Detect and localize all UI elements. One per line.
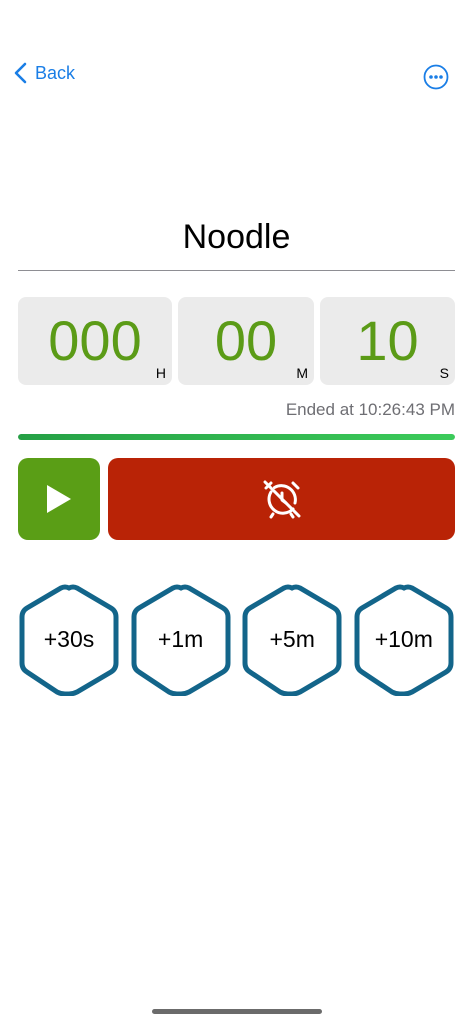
add-plus-30s-button[interactable]: +30s xyxy=(18,584,120,696)
timer-screen: Back Noodle 000 H 00 M 10 S Ended at 10:… xyxy=(0,0,473,1024)
quick-add-label: +10m xyxy=(374,626,433,652)
alarm-off-icon xyxy=(263,480,300,519)
home-indicator xyxy=(152,1009,322,1014)
quick-add-label: +5m xyxy=(269,626,315,652)
back-label: Back xyxy=(35,62,76,83)
quick-add-label: +30s xyxy=(43,626,95,652)
progress-fill xyxy=(18,434,455,440)
back-button[interactable]: Back xyxy=(14,62,75,84)
minutes-unit: M xyxy=(296,365,308,381)
more-button[interactable] xyxy=(423,64,449,90)
seconds-unit: S xyxy=(439,365,449,381)
minutes-value: 00 xyxy=(214,309,278,372)
play-button[interactable] xyxy=(18,458,100,540)
timer-name-field[interactable]: Noodle xyxy=(18,212,455,271)
hours-unit: H xyxy=(155,365,166,381)
timer-name: Noodle xyxy=(182,218,291,256)
hours-value: 000 xyxy=(48,309,142,372)
time-fields: 000 H 00 M 10 S xyxy=(18,297,455,385)
seconds-value: 10 xyxy=(356,309,419,372)
add-plus-10m-button[interactable]: +10m xyxy=(353,584,455,696)
progress-bar xyxy=(18,434,455,440)
play-icon xyxy=(47,485,71,513)
chevron-left-icon xyxy=(14,62,27,84)
stop-alarm-button[interactable] xyxy=(108,458,455,540)
ellipsis-circle-icon xyxy=(423,64,449,90)
minutes-field[interactable]: 00 M xyxy=(178,297,314,385)
quick-add-label: +1m xyxy=(157,626,204,652)
add-plus-1m-button[interactable]: +1m xyxy=(130,584,232,696)
hours-field[interactable]: 000 H xyxy=(18,297,172,385)
add-plus-5m-button[interactable]: +5m xyxy=(241,584,343,696)
quick-add-buttons: +30s +1m +5m +10m xyxy=(18,584,455,696)
ended-status: Ended at 10:26:43 PM xyxy=(285,400,455,419)
seconds-field[interactable]: 10 S xyxy=(320,297,455,385)
